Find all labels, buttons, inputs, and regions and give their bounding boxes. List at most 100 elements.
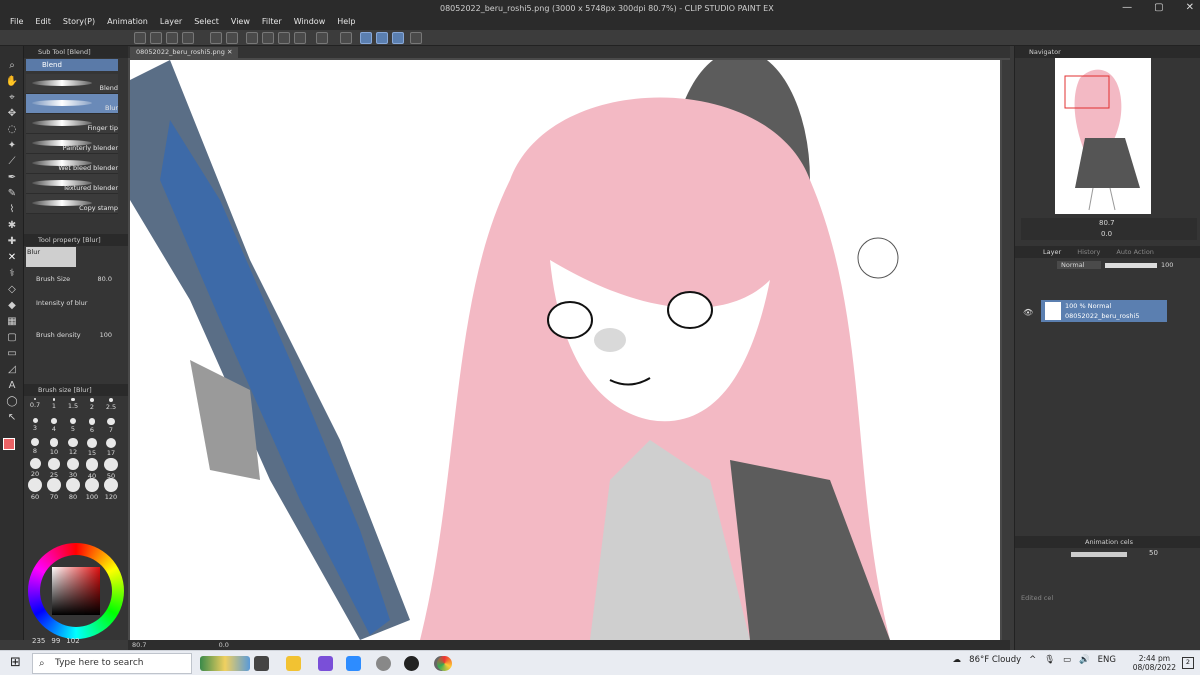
- sub-tool-textured-blender[interactable]: Textured blender: [26, 174, 118, 194]
- selection-icon[interactable]: [316, 32, 328, 44]
- clock[interactable]: 2:44 pm 08/08/2022: [1133, 654, 1176, 672]
- angle-readout[interactable]: 0.0: [219, 641, 229, 649]
- close-tab-icon[interactable]: ✕: [227, 48, 232, 56]
- sub-tool-finger-tip[interactable]: Finger tip: [26, 114, 118, 134]
- sub-tool-tab-blend[interactable]: Blend: [26, 59, 118, 71]
- file-explorer-icon[interactable]: [286, 656, 301, 671]
- navigator-thumbnail[interactable]: [1055, 58, 1151, 214]
- brush-size-preset[interactable]: 70: [45, 478, 63, 501]
- volume-icon[interactable]: 🔊: [1079, 655, 1090, 665]
- navigator-zoom[interactable]: 80.7: [1099, 219, 1115, 227]
- brush-size-preset[interactable]: 10: [45, 438, 63, 456]
- brush-size-preset[interactable]: 30: [64, 458, 82, 479]
- menu-view[interactable]: View: [225, 14, 256, 30]
- zoom-readout[interactable]: 80.7: [132, 641, 146, 649]
- ruler-tool-icon[interactable]: ◿: [5, 364, 19, 376]
- main-color-swatch[interactable]: [3, 438, 15, 450]
- color-wheel[interactable]: [28, 543, 124, 639]
- menu-filter[interactable]: Filter: [256, 14, 288, 30]
- news-widget-icon[interactable]: [200, 656, 250, 671]
- color-square[interactable]: [52, 567, 100, 615]
- layer-row[interactable]: 100 % Normal 08052022_beru_roshi5: [1041, 300, 1167, 322]
- tab-history[interactable]: History: [1077, 248, 1100, 256]
- decoration-tool-icon[interactable]: ✚: [5, 236, 19, 248]
- pencil-tool-icon[interactable]: ✎: [5, 188, 19, 200]
- redo-icon[interactable]: [226, 32, 238, 44]
- brush-size-preset[interactable]: 120: [102, 478, 120, 501]
- save-icon[interactable]: [166, 32, 178, 44]
- sub-tool-wet-bleed-blender[interactable]: Wet bleed blender: [26, 154, 118, 174]
- frame-tool-icon[interactable]: ▭: [5, 348, 19, 360]
- sub-tool-blur[interactable]: Blur: [26, 94, 118, 114]
- brush-size-preset[interactable]: 80: [64, 478, 82, 501]
- export-icon[interactable]: [182, 32, 194, 44]
- menu-story[interactable]: Story(P): [57, 14, 101, 30]
- menu-animation[interactable]: Animation: [101, 14, 154, 30]
- brush-size-preset[interactable]: 1.5: [64, 398, 82, 410]
- brush-size-preset[interactable]: 5: [64, 418, 82, 433]
- ruler-snap-icon[interactable]: [360, 32, 372, 44]
- maximize-icon[interactable]: ▢: [1154, 2, 1163, 13]
- gradient-tool-icon[interactable]: ▦: [5, 316, 19, 328]
- canvas-tab[interactable]: 08052022_beru_roshi5.png ✕: [130, 47, 239, 58]
- blend-tool-icon[interactable]: ✕: [5, 252, 19, 264]
- clip-studio-icon[interactable]: [404, 656, 419, 671]
- help-icon[interactable]: [410, 32, 422, 44]
- intensity-row[interactable]: Intensity of blur: [24, 296, 128, 310]
- brush-size-preset[interactable]: 60: [26, 478, 44, 501]
- brush-size-preset[interactable]: 20: [26, 458, 44, 478]
- fill-icon[interactable]: [278, 32, 290, 44]
- brush-tool-icon[interactable]: ⌇: [5, 204, 19, 216]
- tab-layer[interactable]: Layer: [1043, 248, 1061, 256]
- brush-size-preset[interactable]: 4: [45, 418, 63, 433]
- chrome-icon[interactable]: [437, 656, 452, 671]
- eraser-tool-icon[interactable]: ◇: [5, 284, 19, 296]
- brush-size-preset[interactable]: 100: [83, 478, 101, 501]
- airbrush-tool-icon[interactable]: ✱: [5, 220, 19, 232]
- move-layer-tool-icon[interactable]: ✥: [5, 108, 19, 120]
- auto-select-tool-icon[interactable]: ✦: [5, 140, 19, 152]
- animation-slider[interactable]: [1071, 552, 1127, 557]
- animation-value[interactable]: 50: [1149, 549, 1158, 557]
- special-ruler-snap-icon[interactable]: [376, 32, 388, 44]
- grid-snap-icon[interactable]: [392, 32, 404, 44]
- close-icon[interactable]: ✕: [1186, 2, 1194, 13]
- menu-edit[interactable]: Edit: [29, 14, 57, 30]
- menu-layer[interactable]: Layer: [154, 14, 188, 30]
- brush-size-preset[interactable]: 8: [26, 438, 44, 455]
- brush-size-row[interactable]: Brush Size 80.0: [24, 272, 128, 286]
- balloon-tool-icon[interactable]: ◯: [5, 396, 19, 408]
- brush-size-preset[interactable]: 2: [83, 398, 101, 411]
- brush-size-preset[interactable]: 12: [64, 438, 82, 456]
- network-icon[interactable]: ▭: [1063, 655, 1071, 665]
- task-view-icon[interactable]: [254, 656, 269, 671]
- weather-text[interactable]: 86°F Cloudy: [969, 655, 1021, 665]
- chevron-up-icon[interactable]: ^: [1029, 655, 1036, 665]
- figure-tool-icon[interactable]: ▢: [5, 332, 19, 344]
- brush-size-preset[interactable]: 2.5: [102, 398, 120, 411]
- fill-tool-icon[interactable]: ◆: [5, 300, 19, 312]
- zoom-tool-icon[interactable]: ⌕: [5, 60, 19, 72]
- taskbar-search[interactable]: ⌕ Type here to search: [32, 653, 192, 674]
- deselect-icon[interactable]: [340, 32, 352, 44]
- brush-size-preset[interactable]: 6: [83, 418, 101, 434]
- zoom-app-icon[interactable]: [346, 656, 361, 671]
- blend-mode-select[interactable]: Normal: [1057, 261, 1101, 269]
- correct-line-tool-icon[interactable]: ↖: [5, 412, 19, 424]
- open-icon[interactable]: [150, 32, 162, 44]
- opacity-slider[interactable]: [1105, 263, 1157, 268]
- operation-tool-icon[interactable]: ⌖: [5, 92, 19, 104]
- density-row[interactable]: Brush density 100: [24, 328, 128, 342]
- canvas-vertical-scrollbar[interactable]: [1002, 60, 1010, 640]
- menu-window[interactable]: Window: [288, 14, 332, 30]
- app-icon-1[interactable]: [376, 656, 391, 671]
- eyedropper-tool-icon[interactable]: ⟋: [5, 156, 19, 168]
- windows-start-icon[interactable]: ⊞: [10, 655, 21, 670]
- brush-size-preset[interactable]: 40: [83, 458, 101, 480]
- liquify-tool-icon[interactable]: ⚕: [5, 268, 19, 280]
- opacity-value[interactable]: 100: [1161, 261, 1173, 269]
- brush-size-preset[interactable]: 7: [102, 418, 120, 434]
- brush-size-preset[interactable]: 3: [26, 418, 44, 432]
- lasso-tool-icon[interactable]: ◌: [5, 124, 19, 136]
- mic-icon[interactable]: 🎙: [1044, 655, 1055, 665]
